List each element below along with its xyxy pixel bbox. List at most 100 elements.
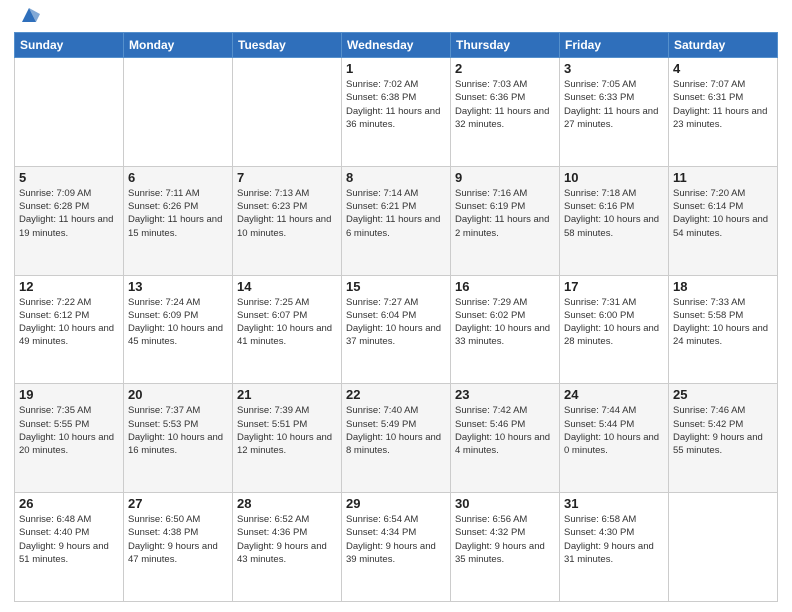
- day-info: Sunrise: 7:37 AM Sunset: 5:53 PM Dayligh…: [128, 404, 228, 457]
- calendar-cell: [15, 58, 124, 167]
- calendar-cell: [124, 58, 233, 167]
- calendar-weekday-header: Saturday: [669, 33, 778, 58]
- calendar-cell: 19 Sunrise: 7:35 AM Sunset: 5:55 PM Dayli…: [15, 384, 124, 493]
- day-number: 12: [19, 279, 119, 294]
- calendar-cell: 29Sunrise: 6:54 AM Sunset: 4:34 PM Dayli…: [342, 493, 451, 602]
- calendar-cell: 1 Sunrise: 7:02 AM Sunset: 6:38 PM Daylig…: [342, 58, 451, 167]
- calendar-cell: 28 Sunrise: 6:52 AM Sunset: 4:36 PM Dayli…: [233, 493, 342, 602]
- day-info: Sunrise: 7:44 AM Sunset: 5:44 PM Dayligh…: [564, 404, 664, 457]
- day-info: Sunrise: 7:24 AM Sunset: 6:09 PM Dayligh…: [128, 296, 228, 349]
- day-info: Sunrise: 7:46 AM Sunset: 5:42 PM Dayligh…: [673, 404, 773, 457]
- day-info: Sunrise: 7:33 AM Sunset: 5:58 PM Dayligh…: [673, 296, 773, 349]
- day-info: Sunrise: 6:56 AM Sunset: 4:32 PM Dayligh…: [455, 513, 555, 566]
- day-number: 10: [564, 170, 664, 185]
- day-number: 31: [564, 496, 664, 511]
- day-number: 3: [564, 61, 664, 76]
- day-number: 30: [455, 496, 555, 511]
- calendar-cell: 13 Sunrise: 7:24 AM Sunset: 6:09 PM Dayli…: [124, 275, 233, 384]
- day-info: Sunrise: 7:40 AM Sunset: 5:49 PM Dayligh…: [346, 404, 446, 457]
- day-number: 22: [346, 387, 446, 402]
- calendar-cell: 17Sunrise: 7:31 AM Sunset: 6:00 PM Dayli…: [560, 275, 669, 384]
- day-number: 20: [128, 387, 228, 402]
- calendar-weekday-header: Wednesday: [342, 33, 451, 58]
- calendar-cell: 30 Sunrise: 6:56 AM Sunset: 4:32 PM Dayli…: [451, 493, 560, 602]
- logo-icon: [18, 4, 40, 26]
- day-number: 1: [346, 61, 446, 76]
- day-info: Sunrise: 7:09 AM Sunset: 6:28 PM Dayligh…: [19, 187, 119, 240]
- calendar-table: SundayMondayTuesdayWednesdayThursdayFrid…: [14, 32, 778, 602]
- day-number: 23: [455, 387, 555, 402]
- calendar-cell: 12 Sunrise: 7:22 AM Sunset: 6:12 PM Dayli…: [15, 275, 124, 384]
- day-info: Sunrise: 7:27 AM Sunset: 6:04 PM Dayligh…: [346, 296, 446, 349]
- day-info: Sunrise: 7:18 AM Sunset: 6:16 PM Dayligh…: [564, 187, 664, 240]
- day-number: 19: [19, 387, 119, 402]
- calendar-week-row: 5 Sunrise: 7:09 AM Sunset: 6:28 PM Daylig…: [15, 166, 778, 275]
- day-number: 11: [673, 170, 773, 185]
- day-number: 13: [128, 279, 228, 294]
- page: SundayMondayTuesdayWednesdayThursdayFrid…: [0, 0, 792, 612]
- calendar-cell: 8 Sunrise: 7:14 AM Sunset: 6:21 PM Daylig…: [342, 166, 451, 275]
- day-number: 25: [673, 387, 773, 402]
- day-number: 6: [128, 170, 228, 185]
- day-number: 9: [455, 170, 555, 185]
- calendar-cell: 16 Sunrise: 7:29 AM Sunset: 6:02 PM Dayli…: [451, 275, 560, 384]
- day-info: Sunrise: 7:22 AM Sunset: 6:12 PM Dayligh…: [19, 296, 119, 349]
- calendar-weekday-header: Monday: [124, 33, 233, 58]
- calendar-cell: 27 Sunrise: 6:50 AM Sunset: 4:38 PM Dayli…: [124, 493, 233, 602]
- day-info: Sunrise: 7:14 AM Sunset: 6:21 PM Dayligh…: [346, 187, 446, 240]
- calendar-weekday-header: Friday: [560, 33, 669, 58]
- calendar-cell: 11 Sunrise: 7:20 AM Sunset: 6:14 PM Dayli…: [669, 166, 778, 275]
- day-info: Sunrise: 7:20 AM Sunset: 6:14 PM Dayligh…: [673, 187, 773, 240]
- day-info: Sunrise: 7:29 AM Sunset: 6:02 PM Dayligh…: [455, 296, 555, 349]
- calendar-week-row: 12 Sunrise: 7:22 AM Sunset: 6:12 PM Dayli…: [15, 275, 778, 384]
- day-number: 14: [237, 279, 337, 294]
- calendar-cell: 18 Sunrise: 7:33 AM Sunset: 5:58 PM Dayli…: [669, 275, 778, 384]
- day-info: Sunrise: 7:11 AM Sunset: 6:26 PM Dayligh…: [128, 187, 228, 240]
- day-number: 18: [673, 279, 773, 294]
- calendar-cell: 26 Sunrise: 6:48 AM Sunset: 4:40 PM Dayli…: [15, 493, 124, 602]
- day-info: Sunrise: 6:52 AM Sunset: 4:36 PM Dayligh…: [237, 513, 337, 566]
- day-number: 26: [19, 496, 119, 511]
- calendar-week-row: 19 Sunrise: 7:35 AM Sunset: 5:55 PM Dayli…: [15, 384, 778, 493]
- calendar-cell: 31 Sunrise: 6:58 AM Sunset: 4:30 PM Dayli…: [560, 493, 669, 602]
- day-info: Sunrise: 7:35 AM Sunset: 5:55 PM Dayligh…: [19, 404, 119, 457]
- calendar-cell: [669, 493, 778, 602]
- day-number: 17: [564, 279, 664, 294]
- day-info: Sunrise: 6:48 AM Sunset: 4:40 PM Dayligh…: [19, 513, 119, 566]
- calendar-week-row: 1 Sunrise: 7:02 AM Sunset: 6:38 PM Daylig…: [15, 58, 778, 167]
- calendar-cell: 15Sunrise: 7:27 AM Sunset: 6:04 PM Dayli…: [342, 275, 451, 384]
- day-number: 16: [455, 279, 555, 294]
- day-number: 29: [346, 496, 446, 511]
- day-info: Sunrise: 7:13 AM Sunset: 6:23 PM Dayligh…: [237, 187, 337, 240]
- day-info: Sunrise: 7:42 AM Sunset: 5:46 PM Dayligh…: [455, 404, 555, 457]
- calendar-cell: 5 Sunrise: 7:09 AM Sunset: 6:28 PM Daylig…: [15, 166, 124, 275]
- day-number: 24: [564, 387, 664, 402]
- calendar-cell: 20 Sunrise: 7:37 AM Sunset: 5:53 PM Dayli…: [124, 384, 233, 493]
- calendar-cell: 3Sunrise: 7:05 AM Sunset: 6:33 PM Daylig…: [560, 58, 669, 167]
- day-info: Sunrise: 6:50 AM Sunset: 4:38 PM Dayligh…: [128, 513, 228, 566]
- calendar-cell: 14Sunrise: 7:25 AM Sunset: 6:07 PM Dayli…: [233, 275, 342, 384]
- day-info: Sunrise: 6:58 AM Sunset: 4:30 PM Dayligh…: [564, 513, 664, 566]
- calendar-cell: 21Sunrise: 7:39 AM Sunset: 5:51 PM Dayli…: [233, 384, 342, 493]
- calendar-cell: 9 Sunrise: 7:16 AM Sunset: 6:19 PM Daylig…: [451, 166, 560, 275]
- day-number: 4: [673, 61, 773, 76]
- logo: [14, 14, 40, 26]
- calendar-weekday-header: Thursday: [451, 33, 560, 58]
- day-number: 28: [237, 496, 337, 511]
- calendar-cell: 6 Sunrise: 7:11 AM Sunset: 6:26 PM Daylig…: [124, 166, 233, 275]
- calendar-weekday-header: Sunday: [15, 33, 124, 58]
- calendar-cell: 7 Sunrise: 7:13 AM Sunset: 6:23 PM Daylig…: [233, 166, 342, 275]
- calendar-cell: 25 Sunrise: 7:46 AM Sunset: 5:42 PM Dayli…: [669, 384, 778, 493]
- day-number: 5: [19, 170, 119, 185]
- day-number: 27: [128, 496, 228, 511]
- day-number: 7: [237, 170, 337, 185]
- calendar-cell: 10 Sunrise: 7:18 AM Sunset: 6:16 PM Dayli…: [560, 166, 669, 275]
- day-info: Sunrise: 7:03 AM Sunset: 6:36 PM Dayligh…: [455, 78, 555, 131]
- day-info: Sunrise: 7:07 AM Sunset: 6:31 PM Dayligh…: [673, 78, 773, 131]
- calendar-weekday-header: Tuesday: [233, 33, 342, 58]
- day-info: Sunrise: 7:16 AM Sunset: 6:19 PM Dayligh…: [455, 187, 555, 240]
- calendar-cell: 23 Sunrise: 7:42 AM Sunset: 5:46 PM Dayli…: [451, 384, 560, 493]
- day-number: 8: [346, 170, 446, 185]
- day-number: 21: [237, 387, 337, 402]
- day-info: Sunrise: 7:02 AM Sunset: 6:38 PM Dayligh…: [346, 78, 446, 131]
